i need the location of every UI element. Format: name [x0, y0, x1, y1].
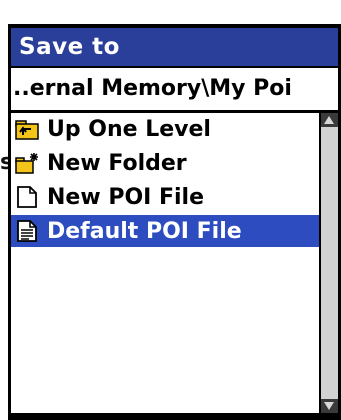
- new-file-icon: [17, 186, 37, 208]
- file-list: Up One Level New Folder New POI File Def…: [11, 113, 319, 413]
- list-item-new-poi-file[interactable]: New POI File: [11, 181, 319, 213]
- new-folder-icon: [15, 153, 38, 174]
- list-item-default-poi-file[interactable]: Default POI File: [11, 215, 319, 247]
- item-label-default-poi-file: Default POI File: [47, 218, 242, 244]
- up-folder-icon: [15, 120, 39, 140]
- item-label-new-poi-file: New POI File: [47, 184, 205, 210]
- scroll-up-arrow[interactable]: [321, 113, 338, 127]
- list-item-new-folder[interactable]: New Folder: [11, 147, 319, 179]
- dialog-title: Save to: [11, 28, 338, 66]
- save-to-dialog: Save to ..ernal Memory\My Poi Up One Lev…: [8, 24, 341, 420]
- document-icon: [17, 220, 37, 242]
- current-path: ..ernal Memory\My Poi: [11, 68, 338, 110]
- scroll-down-arrow[interactable]: [321, 399, 338, 413]
- list-item-up-one-level[interactable]: Up One Level: [11, 113, 319, 145]
- item-label-new-folder: New Folder: [47, 150, 187, 176]
- scroll-track[interactable]: [321, 127, 338, 399]
- vertical-scrollbar[interactable]: [321, 113, 338, 413]
- item-label-up-one-level: Up One Level: [47, 116, 211, 142]
